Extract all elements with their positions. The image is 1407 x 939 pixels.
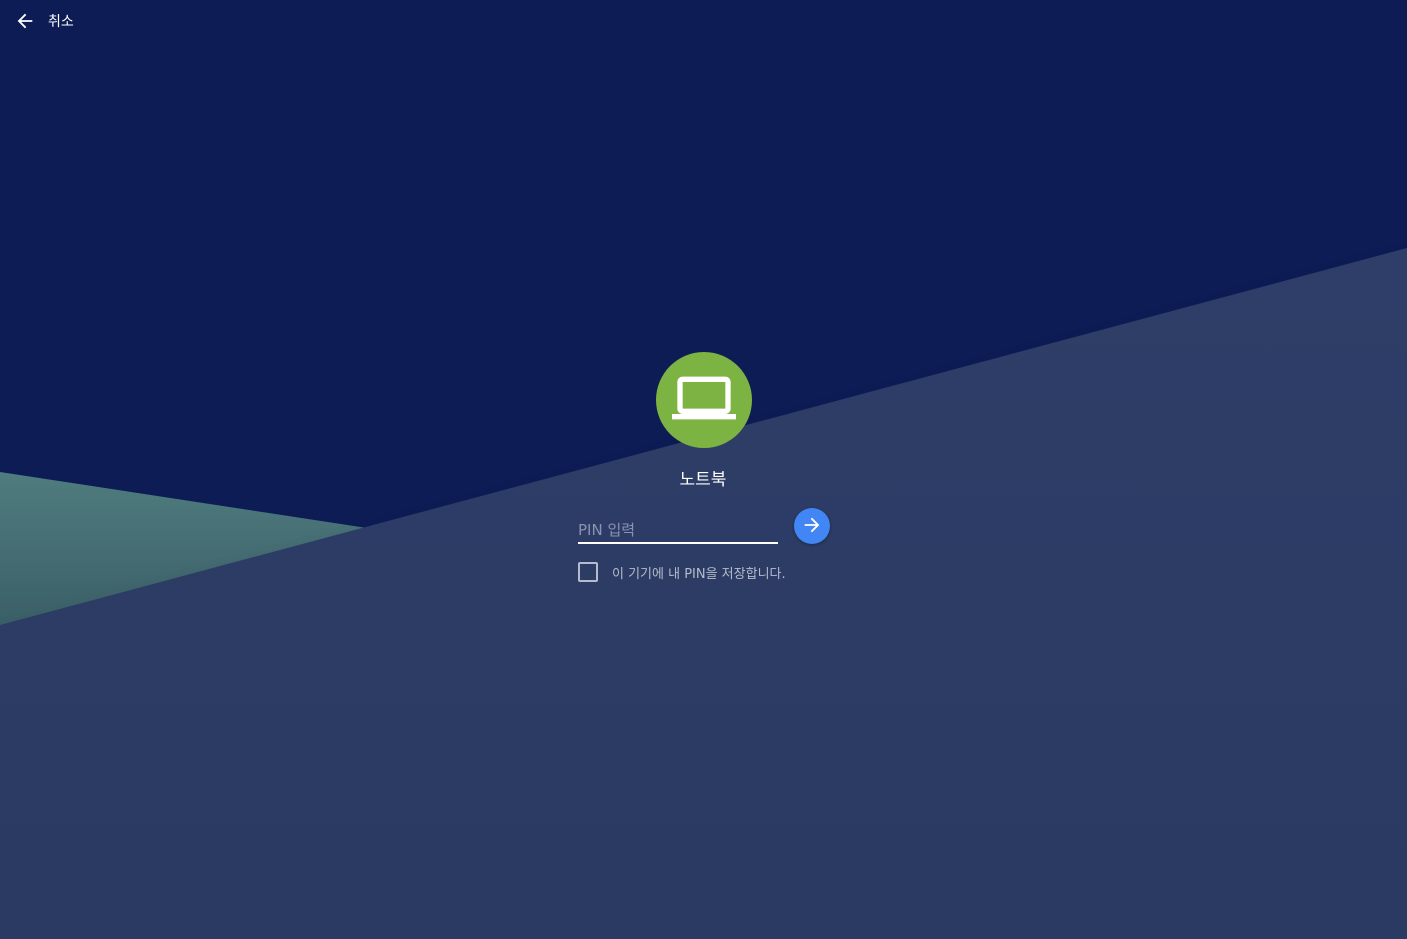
pin-input[interactable]: [578, 518, 778, 544]
save-pin-option[interactable]: 이 기기에 내 PIN을 저장합니다.: [578, 562, 786, 582]
cancel-label: 취소: [48, 14, 74, 30]
device-name: 노트북: [679, 470, 727, 490]
submit-pin-button[interactable]: [794, 508, 830, 544]
save-pin-checkbox[interactable]: [578, 562, 598, 582]
pin-unlock-screen: 취소 노트북 이 기기에 내 PIN을 저장합니다.: [0, 0, 1407, 939]
save-pin-label: 이 기기에 내 PIN을 저장합니다.: [612, 566, 786, 582]
arrow-back-icon: [14, 10, 36, 32]
laptop-icon: [672, 366, 736, 434]
cancel-button[interactable]: 취소: [14, 8, 74, 34]
arrow-forward-icon: [801, 514, 823, 539]
device-avatar: [656, 352, 752, 448]
